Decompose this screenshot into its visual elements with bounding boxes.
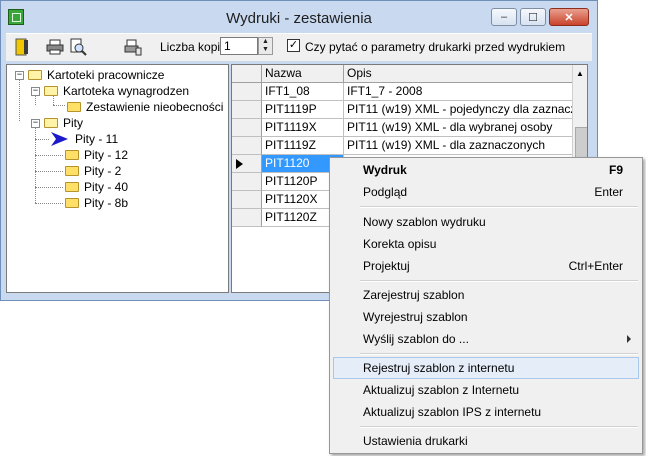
tree-node-label: Pity - 40 [84,180,129,194]
menu-item-ustawienia-drukarki[interactable]: Ustawienia drukarki [333,430,639,452]
submenu-arrow-icon [627,335,631,343]
tree-node-label: Zestawienie nieobecności [86,100,224,114]
menu-item-aktualizuj-szablon[interactable]: Aktualizuj szablon z Internetu [333,379,639,401]
tree-node-pity-12[interactable]: Pity - 12 [65,147,128,163]
exit-door-icon[interactable] [13,38,31,56]
column-header-desc[interactable]: Opis [344,65,573,83]
copies-input[interactable]: 1 [220,37,258,55]
tree-node-pity-11[interactable]: Pity - 11 [51,131,118,147]
menu-item-wyrejestruj[interactable]: Wyrejestruj szablon [333,306,639,328]
stepper-down-icon[interactable]: ▼ [259,46,272,54]
cell-name[interactable]: PIT1119P [262,101,344,119]
copies-label: Liczba kopii [160,40,223,54]
row-indicator[interactable] [232,119,262,137]
ask-printer-checkbox[interactable]: ✓ [287,39,300,52]
tree-node-label: Pity - 12 [84,148,129,162]
menu-item-wyslij[interactable]: Wyślij szablon do ... [333,328,639,350]
tree-node-pity-40[interactable]: Pity - 40 [65,179,128,195]
menu-item-korekta-opisu[interactable]: Korekta opisu [333,233,639,255]
current-row-icon [236,159,243,169]
tree-node-label: Pity - 2 [84,164,122,178]
cell-desc[interactable]: PIT11 (w19) XML - pojedynczy dla zaznacz… [344,101,573,119]
folder-icon [65,182,79,192]
pointer-arrow-icon [51,132,68,146]
vertical-scrollbar[interactable]: ▲ [572,65,587,165]
print-preview-icon[interactable] [69,38,87,56]
menu-separator [360,206,638,208]
collapse-icon[interactable]: − [31,118,40,128]
tree-node-pity-2[interactable]: Pity - 2 [65,163,121,179]
menu-item-rejestruj-z-internetu[interactable]: Rejestruj szablon z internetu [333,357,639,379]
stepper-up-icon[interactable]: ▲ [259,38,272,46]
folder-open-icon [44,118,58,128]
cell-name[interactable]: IFT1_08 [262,83,344,101]
printer-settings-icon[interactable] [124,38,142,56]
tree-node-root[interactable]: − Kartoteki pracownicze [15,67,164,83]
menu-item-projektuj[interactable]: Projektuj Ctrl+Enter [333,255,639,277]
cell-desc[interactable]: IFT1_7 - 2008 [344,83,573,101]
menu-separator [360,280,638,282]
report-tree: − Kartoteki pracownicze − Kartoteka wyna… [6,64,229,293]
cell-desc[interactable]: PIT11 (w19) XML - dla wybranej osoby [344,119,573,137]
tree-node-label: Pity - 8b [84,196,129,210]
printer-icon[interactable] [46,38,64,56]
context-menu: Wydruk F9 Podgląd Enter Nowy szablon wydru… [329,157,643,454]
table-row[interactable]: PIT1119Z PIT11 (w19) XML - dla zaznaczony… [232,137,573,155]
cell-name[interactable]: PIT1119Z [262,137,344,155]
folder-icon [67,102,81,112]
maximize-button[interactable]: ☐ [520,8,546,26]
row-indicator[interactable] [232,209,262,227]
menu-separator [360,353,638,355]
folder-open-icon [44,86,58,96]
scroll-thumb[interactable] [575,127,587,159]
close-button[interactable]: ✕ [549,8,589,26]
row-indicator[interactable] [232,173,262,191]
row-indicator[interactable] [232,83,262,101]
menu-separator [360,426,638,428]
toolbar: Liczba kopii 1 ▲ ▼ ✓ Czy pytać o paramet… [6,33,592,61]
row-indicator[interactable] [232,191,262,209]
minimize-button[interactable]: – [491,8,517,26]
table-row[interactable]: IFT1_08 IFT1_7 - 2008 [232,83,573,101]
cell-name[interactable]: PIT1119X [262,119,344,137]
folder-icon [65,198,79,208]
folder-icon [65,150,79,160]
tree-node-nieobecnosci[interactable]: Zestawienie nieobecności [67,99,223,115]
scroll-up-icon[interactable]: ▲ [576,69,584,78]
menu-item-nowy-szablon[interactable]: Nowy szablon wydruku [333,211,639,233]
menu-item-zarejestruj[interactable]: Zarejestruj szablon [333,284,639,306]
menu-item-wydruk[interactable]: Wydruk F9 [333,159,639,181]
menu-item-aktualizuj-ips[interactable]: Aktualizuj szablon IPS z internetu [333,401,639,423]
cell-desc[interactable]: PIT11 (w19) XML - dla zaznaczonych [344,137,573,155]
menu-item-podglad[interactable]: Podgląd Enter [333,181,639,203]
tree-node-label: Kartoteka wynagrodzen [63,84,190,98]
row-indicator[interactable] [232,155,262,173]
collapse-icon[interactable]: − [31,86,40,96]
table-row[interactable]: PIT1119P PIT11 (w19) XML - pojedynczy dla… [232,101,573,119]
folder-icon [65,166,79,176]
table-row[interactable]: PIT1119X PIT11 (w19) XML - dla wybranej o… [232,119,573,137]
copies-stepper[interactable]: ▲ ▼ [258,37,273,55]
tree-node-pity[interactable]: − Pity [31,115,83,131]
column-header-name[interactable]: Nazwa [262,65,344,83]
tree-node-label: Pity [63,116,84,130]
collapse-icon[interactable]: − [15,70,24,80]
ask-printer-label: Czy pytać o parametry drukarki przed wyd… [305,40,566,54]
row-indicator[interactable] [232,101,262,119]
tree-node-pity-8b[interactable]: Pity - 8b [65,195,128,211]
folder-open-icon [28,70,42,80]
tree-node-wynagrodzen[interactable]: − Kartoteka wynagrodzen [31,83,189,99]
tree-node-label: Pity - 11 [75,132,119,146]
tree-node-label: Kartoteki pracownicze [47,68,165,82]
grid-corner [232,65,262,83]
title-bar[interactable]: Wydruki - zestawienia – ☐ ✕ [0,0,598,34]
row-indicator[interactable] [232,137,262,155]
